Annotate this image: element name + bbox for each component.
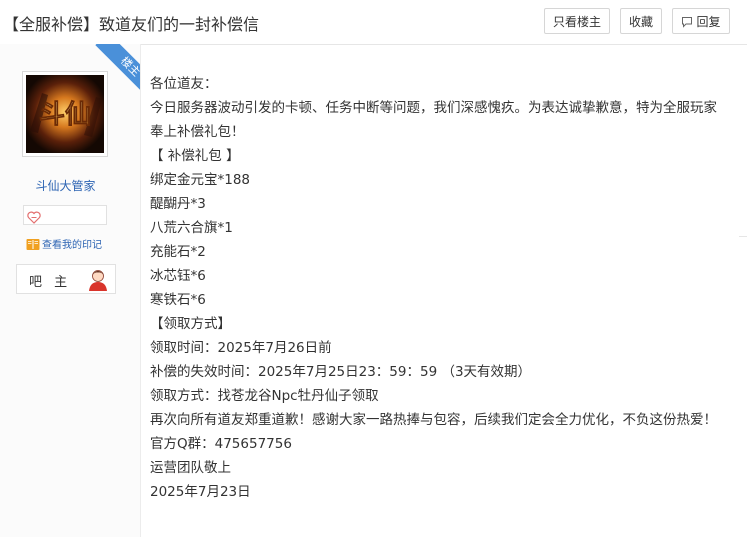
post-line: 各位道友： [150, 76, 218, 92]
role-badge: 吧 主 [16, 264, 116, 294]
level-badge-box[interactable] [23, 205, 107, 225]
post-line: 醍醐丹*3 [150, 196, 206, 212]
post-line: 领取时间：2025年7月26日前 [150, 340, 332, 356]
post-line: 冰芯钰*6 [150, 268, 206, 284]
author-sidebar: 斗仙 楼主 斗仙大管家 查看我的印记 吧 主 [0, 44, 141, 537]
view-seal-link[interactable]: 查看我的印记 [26, 236, 102, 254]
post-line: 【 补偿礼包 】 [150, 148, 240, 164]
post-line: 八荒六合旗*1 [150, 220, 233, 236]
post-header: 【全服补偿】致道友们的一封补偿信 只看楼主 收藏 回复 [0, 0, 747, 45]
role-label: 吧 主 [29, 275, 72, 290]
user-avatar-icon [87, 268, 109, 296]
post-body: 各位道友： 今日服务器波动引发的卡顿、任务中断等问题，我们深感愧疚。为表达诚挚歉… [150, 72, 725, 504]
only-owner-button[interactable]: 只看楼主 [544, 8, 610, 34]
favorite-button[interactable]: 收藏 [620, 8, 662, 34]
divider [739, 236, 747, 237]
view-seal-label: 查看我的印记 [42, 240, 102, 251]
post-line: 今日服务器波动引发的卡顿、任务中断等问题，我们深感愧疚。为表达诚挚歉意，特为全服… [150, 100, 717, 140]
post-title: 【全服补偿】致道友们的一封补偿信 [3, 15, 260, 34]
book-icon [26, 238, 40, 254]
post-line: 充能石*2 [150, 244, 206, 260]
author-username[interactable]: 斗仙大管家 [0, 177, 131, 194]
owner-corner-badge: 楼主 [86, 44, 140, 98]
post-line: 2025年7月23日 [150, 484, 251, 500]
post-line: 再次向所有道友郑重道歉！感谢大家一路热捧与包容，后续我们定会全力优化，不负这份热… [150, 412, 717, 428]
post-line: 绑定金元宝*188 [150, 172, 251, 188]
owner-ribbon: 楼主 [95, 44, 140, 98]
reply-button[interactable]: 回复 [672, 8, 730, 34]
post-line: 运营团队敬上 [150, 460, 231, 476]
post-line: 寒铁石*6 [150, 292, 206, 308]
reply-button-label: 回复 [696, 15, 721, 29]
post-line: 领取方式：找苍龙谷Npc牡丹仙子领取 [150, 388, 379, 404]
heart-badge-icon [27, 209, 41, 228]
speech-bubble-icon [681, 11, 693, 37]
post-line: 补偿的失效时间：2025年7月25日23：59：59 （3天有效期） [150, 364, 532, 380]
post-line: 官方Q群：475657756 [150, 436, 292, 452]
post-line: 【领取方式】 [150, 316, 231, 332]
avatar-logo-text: 斗仙 [39, 100, 91, 130]
